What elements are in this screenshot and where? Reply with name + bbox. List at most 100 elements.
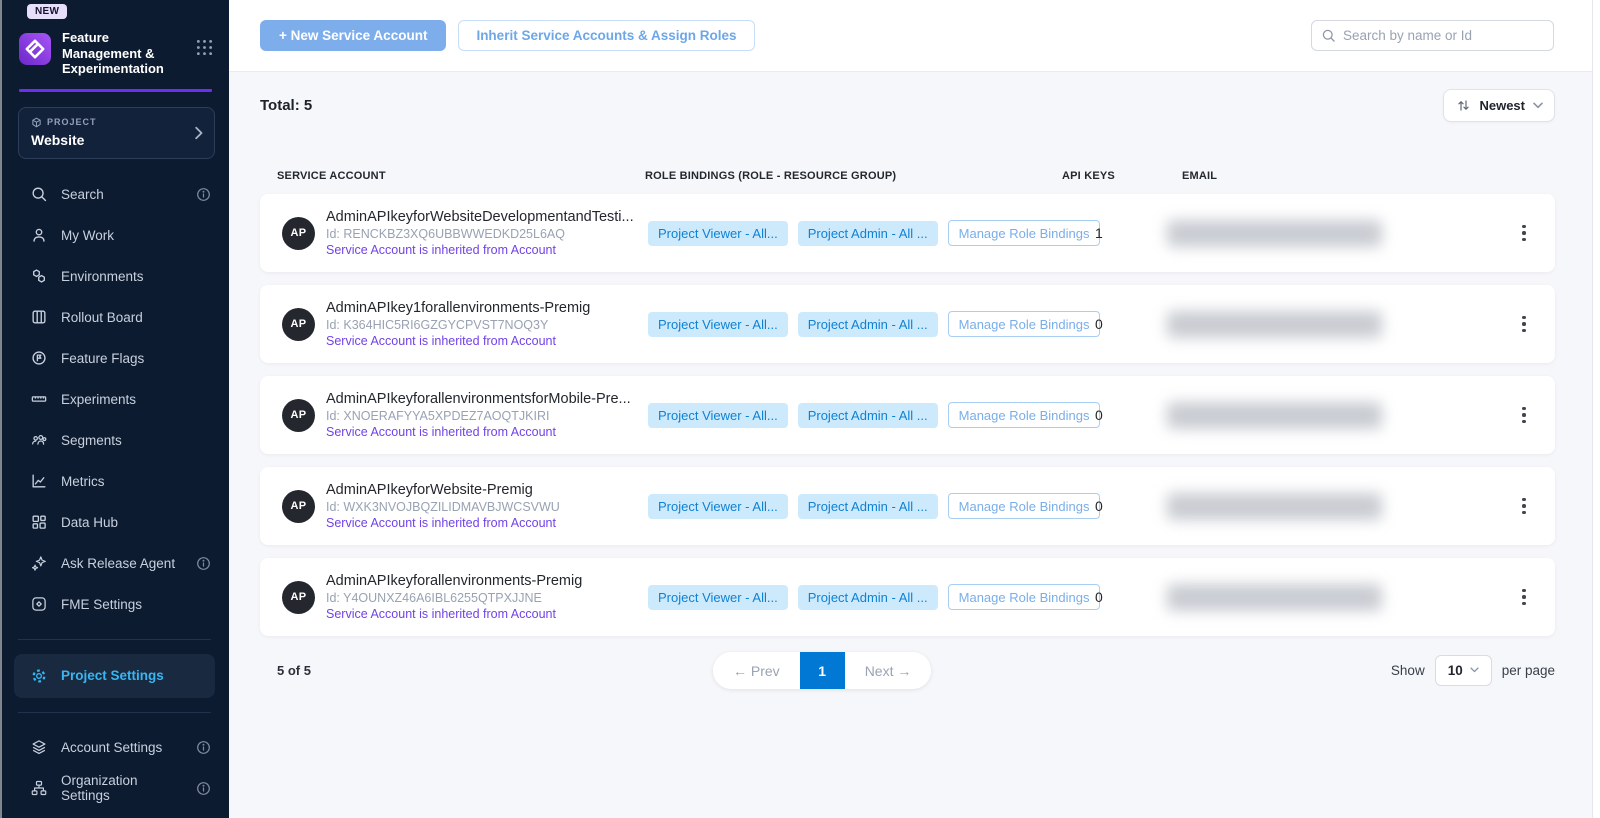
- ruler-icon: [30, 390, 48, 408]
- avatar: AP: [282, 308, 315, 341]
- role-badge-admin: Project Admin - All ...: [798, 585, 938, 610]
- info-icon[interactable]: [196, 781, 211, 796]
- scrollbar-track[interactable]: [1592, 0, 1600, 818]
- inherited-note: Service Account is inherited from Accoun…: [326, 334, 590, 348]
- service-account-id: Id: K364HIC5RI6GZGYCPVST7NOQ3Y: [326, 318, 590, 332]
- inherited-note: Service Account is inherited from Accoun…: [326, 516, 560, 530]
- search-icon: [1321, 28, 1336, 43]
- manage-role-bindings-button[interactable]: Manage Role Bindings: [948, 311, 1101, 337]
- sort-arrows-icon: [1456, 98, 1471, 113]
- per-page-value: 10: [1448, 663, 1463, 678]
- divider: [18, 712, 211, 713]
- sort-dropdown[interactable]: Newest: [1443, 89, 1555, 122]
- sidebar-item-data-hub[interactable]: Data Hub: [0, 502, 229, 543]
- inherit-service-accounts-button[interactable]: Inherit Service Accounts & Assign Roles: [458, 20, 754, 51]
- active-item-label: Project Settings: [61, 668, 164, 683]
- role-badge-admin: Project Admin - All ...: [798, 403, 938, 428]
- inherited-note: Service Account is inherited from Accoun…: [326, 607, 582, 621]
- manage-role-bindings-button[interactable]: Manage Role Bindings: [948, 402, 1101, 428]
- sidebar-item-experiments[interactable]: Experiments: [0, 379, 229, 420]
- service-account-name: AdminAPIkeyforallenvironmentsforMobile-P…: [326, 391, 631, 407]
- next-page-button[interactable]: Next →: [845, 652, 932, 689]
- sidebar-item-metrics[interactable]: Metrics: [0, 461, 229, 502]
- page-count: 5 of 5: [260, 663, 311, 678]
- sidebar-header: NEW Feature Management & Experimentation: [0, 0, 229, 92]
- role-badge-viewer: Project Viewer - All...: [648, 403, 788, 428]
- app-title: Feature Management & Experimentation: [62, 30, 180, 77]
- org-icon: [30, 779, 48, 797]
- column-service-account: SERVICE ACCOUNT: [277, 170, 645, 182]
- environments-icon: [30, 267, 48, 285]
- pagination: 5 of 5 ← Prev 1 Next → Show 10 per page: [260, 650, 1555, 690]
- sidebar-item-account-settings[interactable]: Account Settings: [0, 727, 229, 768]
- gear-icon: [30, 667, 48, 685]
- sidebar-item-segments[interactable]: Segments: [0, 420, 229, 461]
- kebab-icon: [1518, 585, 1530, 610]
- email-redacted: [1167, 584, 1382, 611]
- email-redacted: [1167, 402, 1382, 429]
- sidebar-item-project-settings[interactable]: Project Settings: [14, 654, 215, 698]
- project-name: Website: [31, 132, 202, 148]
- per-page-select[interactable]: 10: [1435, 655, 1492, 686]
- kebab-icon: [1518, 221, 1530, 246]
- sidebar-item-ask-release-agent[interactable]: Ask Release Agent: [0, 543, 229, 584]
- role-badge-viewer: Project Viewer - All...: [648, 494, 788, 519]
- app-switcher-icon[interactable]: [196, 39, 213, 56]
- manage-role-bindings-button[interactable]: Manage Role Bindings: [948, 584, 1101, 610]
- sidebar-item-environments[interactable]: Environments: [0, 256, 229, 297]
- table-row: AP AdminAPIkeyforallenvironments-Premig …: [260, 558, 1555, 636]
- info-icon[interactable]: [196, 740, 211, 755]
- search-field[interactable]: [1311, 20, 1554, 51]
- service-account-id: Id: WXK3NVOJBQZILIDMAVBJWCSVWU: [326, 500, 560, 514]
- avatar: AP: [282, 581, 315, 614]
- avatar: AP: [282, 217, 315, 250]
- row-menu-button[interactable]: [1493, 494, 1555, 519]
- sidebar-item-feature-flags[interactable]: Feature Flags: [0, 338, 229, 379]
- search-icon: [30, 185, 48, 203]
- project-label: PROJECT: [47, 117, 97, 127]
- sidebar-item-rollout-board[interactable]: Rollout Board: [0, 297, 229, 338]
- project-selector[interactable]: PROJECT Website: [18, 107, 215, 159]
- search-input[interactable]: [1343, 28, 1544, 43]
- sidebar-item-search[interactable]: Search: [0, 174, 229, 215]
- role-badge-viewer: Project Viewer - All...: [648, 221, 788, 246]
- sidebar-item-organization-settings[interactable]: Organization Settings: [0, 768, 229, 809]
- new-service-account-button[interactable]: + New Service Account: [260, 20, 446, 51]
- row-menu-button[interactable]: [1493, 221, 1555, 246]
- table-row: AP AdminAPIkeyforWebsiteDevelopmentandTe…: [260, 194, 1555, 272]
- sidebar-item-fme-settings[interactable]: FME Settings: [0, 584, 229, 625]
- row-menu-button[interactable]: [1493, 312, 1555, 337]
- manage-role-bindings-button[interactable]: Manage Role Bindings: [948, 220, 1101, 246]
- show-label: Show: [1391, 663, 1425, 678]
- chevron-down-icon: [1533, 102, 1543, 109]
- role-badge-admin: Project Admin - All ...: [798, 221, 938, 246]
- column-api-keys: API KEYS: [1062, 170, 1182, 182]
- chevron-right-icon: [195, 126, 203, 139]
- inherited-note: Service Account is inherited from Accoun…: [326, 243, 634, 257]
- service-account-name: AdminAPIkeyforWebsite-Premig: [326, 482, 560, 498]
- column-role-bindings: ROLE BINDINGS (ROLE - RESOURCE GROUP): [645, 170, 1062, 182]
- row-menu-button[interactable]: [1493, 585, 1555, 610]
- kebab-icon: [1518, 494, 1530, 519]
- info-icon[interactable]: [196, 556, 211, 571]
- brand-underline: [19, 89, 212, 92]
- role-badge-admin: Project Admin - All ...: [798, 312, 938, 337]
- info-icon[interactable]: [196, 187, 211, 202]
- new-badge: NEW: [27, 4, 67, 19]
- sidebar-item-my-work[interactable]: My Work: [0, 215, 229, 256]
- row-menu-button[interactable]: [1493, 403, 1555, 428]
- service-account-id: Id: RENCKBZ3XQ6UBBWWEDKD25L6AQ: [326, 227, 634, 241]
- current-page-button[interactable]: 1: [800, 652, 845, 689]
- service-account-list: AP AdminAPIkeyforWebsiteDevelopmentandTe…: [260, 194, 1555, 636]
- flag-icon: [30, 349, 48, 367]
- user-icon: [30, 226, 48, 244]
- sidebar: NEW Feature Management & Experimentation: [0, 0, 229, 818]
- table-row: AP AdminAPIkeyforWebsite-Premig Id: WXK3…: [260, 467, 1555, 545]
- layers-icon: [30, 738, 48, 756]
- manage-role-bindings-button[interactable]: Manage Role Bindings: [948, 493, 1101, 519]
- role-badge-viewer: Project Viewer - All...: [648, 585, 788, 610]
- toolbar: + New Service Account Inherit Service Ac…: [229, 0, 1600, 72]
- divider: [18, 639, 211, 640]
- kebab-icon: [1518, 312, 1530, 337]
- prev-page-button[interactable]: ← Prev: [713, 652, 800, 689]
